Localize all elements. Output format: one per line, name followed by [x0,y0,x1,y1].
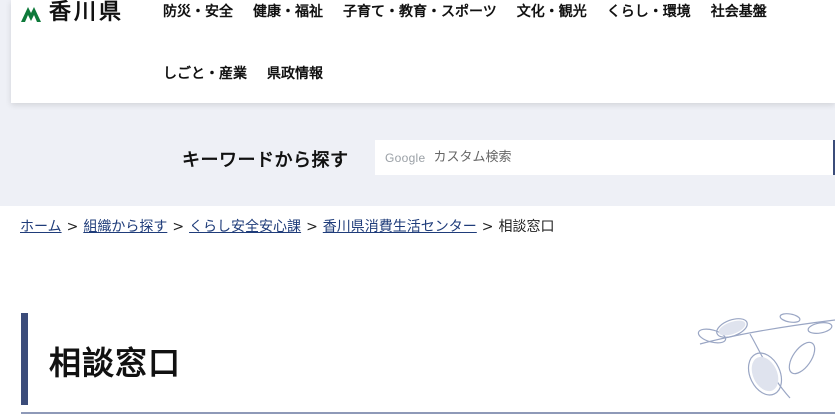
nav-item-bunka[interactable]: 文化・観光 [517,2,587,22]
breadcrumb-link-safety-division[interactable]: くらし安全安心課 [189,219,301,235]
site-name: 香川県 [49,0,125,25]
search-label: キーワードから探す [182,150,349,171]
title-underline [21,412,835,414]
prefecture-emblem-icon [21,7,41,22]
search-box[interactable]: Google [375,140,835,175]
breadcrumb-link-organization[interactable]: 組織から探す [83,219,167,235]
nav-item-shigoto[interactable]: しごと・産業 [163,64,247,84]
nav-item-bousai[interactable]: 防災・安全 [163,2,233,22]
olive-branch-icon [697,313,835,399]
breadcrumb-link-home[interactable]: ホーム [20,219,62,235]
breadcrumb: ホーム > 組織から探す > くらし安全安心課 > 香川県消費生活センター > 相談窓口 [20,216,555,236]
nav-item-kenkou[interactable]: 健康・福祉 [253,2,323,22]
global-nav-row-2: しごと・産業 県政情報 [163,64,343,84]
breadcrumb-link-consumer-center[interactable]: 香川県消費生活センター [323,219,477,235]
breadcrumb-separator: > [66,219,79,235]
breadcrumb-separator: > [306,219,318,235]
site-logo[interactable]: 香川県 [19,0,124,26]
google-logo: Google [385,150,426,165]
nav-item-kurashi[interactable]: くらし・環境 [607,2,691,22]
global-nav-row-1: 防災・安全 健康・福祉 子育て・教育・スポーツ 文化・観光 くらし・環境 社会基… [163,2,787,22]
title-accent-bar [21,313,28,405]
header-band: 香川県 防災・安全 健康・福祉 子育て・教育・スポーツ 文化・観光 くらし・環境… [0,0,835,206]
breadcrumb-separator: > [172,219,185,235]
page: 香川県 防災・安全 健康・福祉 子育て・教育・スポーツ 文化・観光 くらし・環境… [0,0,835,416]
page-title: 相談窓口 [49,344,182,382]
site-header: 香川県 防災・安全 健康・福祉 子育て・教育・スポーツ 文化・観光 くらし・環境… [11,0,835,103]
nav-item-kensei[interactable]: 県政情報 [267,64,323,84]
breadcrumb-current: 相談窓口 [498,219,555,235]
breadcrumb-separator: > [481,219,494,235]
search-input[interactable] [431,149,816,166]
nav-item-shakai[interactable]: 社会基盤 [711,2,767,22]
nav-item-kosodate[interactable]: 子育て・教育・スポーツ [343,2,497,22]
